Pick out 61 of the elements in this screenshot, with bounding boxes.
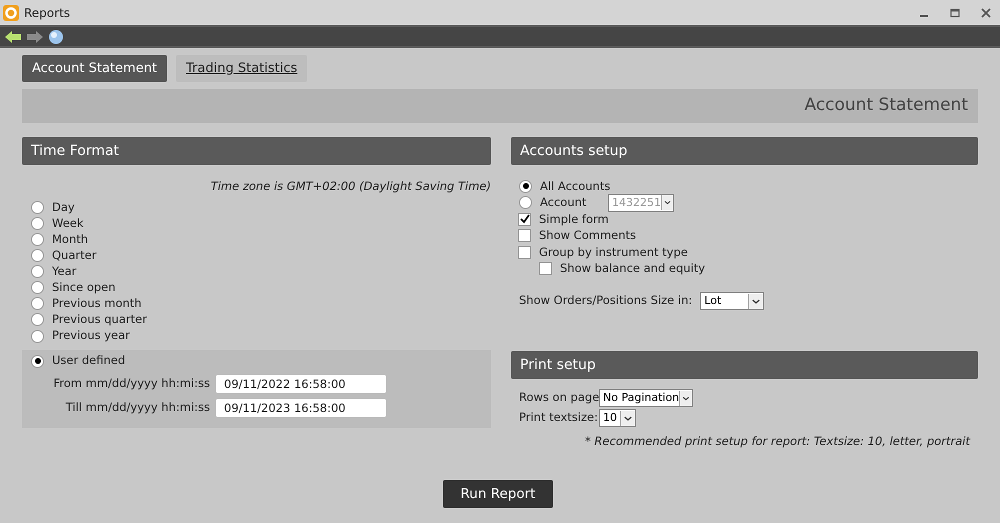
radio-label: Day xyxy=(52,198,75,216)
back-arrow-icon[interactable] xyxy=(4,30,22,44)
section-header: Print setup xyxy=(511,351,978,379)
radio-label: User defined xyxy=(52,352,126,370)
close-icon[interactable] xyxy=(981,8,991,18)
checkbox[interactable] xyxy=(518,246,531,259)
radio-label: All Accounts xyxy=(540,178,610,195)
radio-button[interactable] xyxy=(519,180,532,193)
field-label: Till mm/dd/yyyy hh:mi:ss xyxy=(64,399,211,416)
caret-icon xyxy=(748,294,764,308)
timezone-note: Time zone is GMT+02:00 (Daylight Saving Time) xyxy=(210,178,491,195)
print-note: * Recommended print setup for report: Textsize: 10, letter, portrait xyxy=(585,433,970,450)
radio-label: Month xyxy=(52,230,88,248)
radio-label: Week xyxy=(52,214,84,232)
field-label: Print textsize: xyxy=(519,409,597,426)
checkbox-label: Show balance and equity xyxy=(560,260,706,278)
radio-button[interactable] xyxy=(31,216,44,230)
radio-label: Year xyxy=(52,263,76,280)
maximize-icon[interactable] xyxy=(950,8,960,18)
caret-icon xyxy=(661,195,673,210)
radio-button[interactable] xyxy=(31,313,44,326)
radio-label: Previous year xyxy=(52,327,130,344)
field-label: Rows on page xyxy=(519,389,597,406)
globe-icon[interactable] xyxy=(48,28,64,44)
checkbox-label: Simple form xyxy=(539,210,609,228)
tab[interactable]: Account Statement xyxy=(22,55,168,82)
radio-button[interactable] xyxy=(31,330,44,343)
tab[interactable]: Trading Statistics xyxy=(176,55,308,82)
caret-icon xyxy=(620,410,635,426)
radio-button[interactable] xyxy=(31,265,44,278)
radio-button[interactable] xyxy=(31,297,44,310)
section-header: Accounts setup xyxy=(511,137,978,165)
caret-icon xyxy=(679,390,692,406)
checkbox[interactable] xyxy=(539,262,552,276)
dropdown[interactable]: Lot xyxy=(700,292,764,310)
radio-label: Previous quarter xyxy=(52,311,147,328)
field-label: Show Orders/Positions Size in: xyxy=(519,292,692,310)
radio-label: Quarter xyxy=(52,246,96,264)
checkbox[interactable] xyxy=(518,229,531,242)
radio-button[interactable] xyxy=(31,281,44,294)
dropdown[interactable]: 10 xyxy=(599,409,636,427)
radio-label: Since open xyxy=(52,279,116,296)
checkbox-label: Group by instrument type xyxy=(539,244,688,261)
radio-label: Account xyxy=(540,194,588,212)
window-title: Reports xyxy=(24,4,72,22)
checkbox-label: Show Comments xyxy=(539,227,636,244)
radio-button[interactable] xyxy=(31,200,44,214)
dropdown[interactable]: No Pagination xyxy=(599,389,693,407)
radio-label: Previous month xyxy=(52,295,142,312)
page-heading: Account Statement xyxy=(804,94,968,118)
radio-button[interactable] xyxy=(519,196,532,210)
run-report-button[interactable]: Run Report xyxy=(443,480,553,508)
section-header: Time Format xyxy=(22,137,491,165)
checkbox[interactable] xyxy=(518,212,531,226)
date-field[interactable]: 09/11/2022 16:58:00 xyxy=(216,375,386,394)
radio-button[interactable] xyxy=(31,232,44,246)
field-label: From mm/dd/yyyy hh:mi:ss xyxy=(52,375,211,392)
app-logo-icon xyxy=(3,4,19,20)
date-field[interactable]: 09/11/2023 16:58:00 xyxy=(216,399,386,418)
radio-button[interactable] xyxy=(31,249,44,262)
radio-button[interactable] xyxy=(31,354,44,368)
